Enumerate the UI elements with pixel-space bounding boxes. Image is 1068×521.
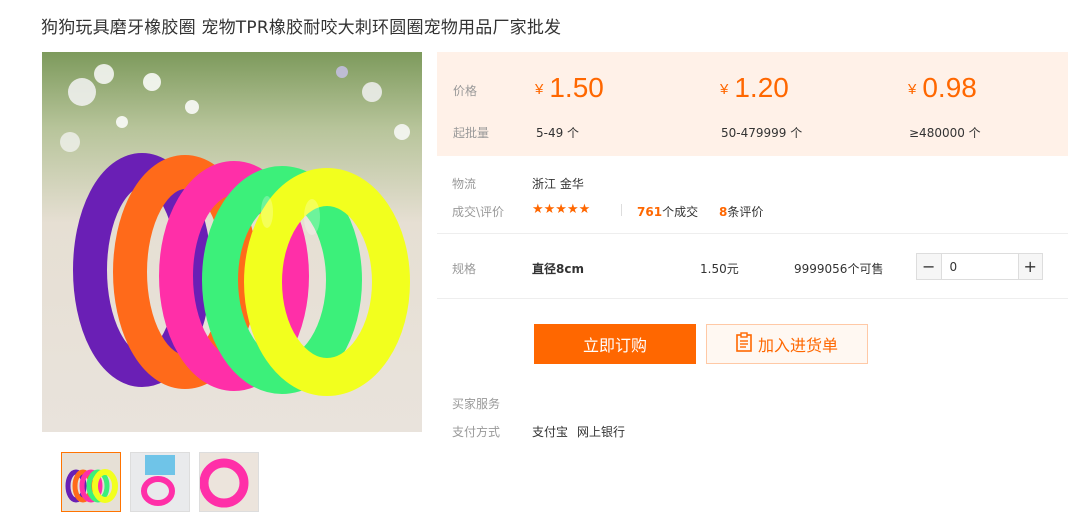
price-value: 1.50 <box>549 72 604 103</box>
price-value: 1.20 <box>734 72 789 103</box>
main-product-image <box>42 52 422 432</box>
divider <box>621 204 622 216</box>
reviews-label: 成交\评价 <box>452 205 505 219</box>
moq-label: 起批量 <box>453 126 490 140</box>
deals-suffix: 个成交 <box>662 205 699 219</box>
payment-label: 支付方式 <box>452 425 501 439</box>
divider <box>437 233 1068 234</box>
price-tier-2: ¥1.20 <box>720 72 789 104</box>
spec-name: 直径8cm <box>532 262 584 276</box>
currency-symbol: ¥ <box>535 81 544 98</box>
logistics-origin: 浙江 金华 <box>532 177 584 191</box>
decrease-button[interactable]: − <box>917 254 942 279</box>
quantity-stepper: − + <box>916 253 1043 280</box>
services-label: 买家服务 <box>452 397 501 411</box>
price-panel: 价格 起批量 ¥1.50 ¥1.20 ¥0.98 5-49 个 50-47999… <box>437 52 1068 156</box>
price-tier-1: ¥1.50 <box>535 72 604 104</box>
range-tier-3: ≥480000 个 <box>909 126 981 140</box>
thumbnail-list <box>61 452 259 512</box>
price-value: 0.98 <box>922 72 977 103</box>
payment-method-alipay: 支付宝 <box>532 425 569 439</box>
range-tier-1: 5-49 个 <box>536 126 580 140</box>
currency-symbol: ¥ <box>720 81 729 98</box>
spec-price: 1.50元 <box>700 262 739 276</box>
payment-method-bank: 网上银行 <box>577 425 626 439</box>
divider <box>437 298 1068 299</box>
clipboard-icon <box>736 332 752 356</box>
currency-symbol: ¥ <box>908 81 917 98</box>
review-count[interactable]: 8条评价 <box>719 203 763 220</box>
deals-count[interactable]: 761个成交 <box>637 203 698 220</box>
review-suffix: 条评价 <box>727 205 764 219</box>
thumbnail-3[interactable] <box>199 452 259 512</box>
logistics-label: 物流 <box>452 177 477 191</box>
buy-now-button[interactable]: 立即订购 <box>534 324 696 364</box>
star-rating: ★★★★★ <box>532 202 591 217</box>
spec-label: 规格 <box>452 262 477 276</box>
add-to-cart-button[interactable]: 加入进货单 <box>706 324 868 364</box>
increase-button[interactable]: + <box>1017 254 1042 279</box>
quantity-input[interactable] <box>941 254 1018 279</box>
add-to-cart-label: 加入进货单 <box>757 336 838 355</box>
spec-stock: 9999056个可售 <box>794 262 884 276</box>
product-title: 狗狗玩具磨牙橡胶圈 宠物TPR橡胶耐咬大刺环圆圈宠物用品厂家批发 <box>41 18 562 38</box>
price-tier-3: ¥0.98 <box>908 72 977 104</box>
price-label: 价格 <box>453 84 478 98</box>
thumbnail-2[interactable] <box>130 452 190 512</box>
deals-number: 761 <box>637 205 663 219</box>
range-tier-2: 50-479999 个 <box>721 126 803 140</box>
thumbnail-1[interactable] <box>61 452 121 512</box>
